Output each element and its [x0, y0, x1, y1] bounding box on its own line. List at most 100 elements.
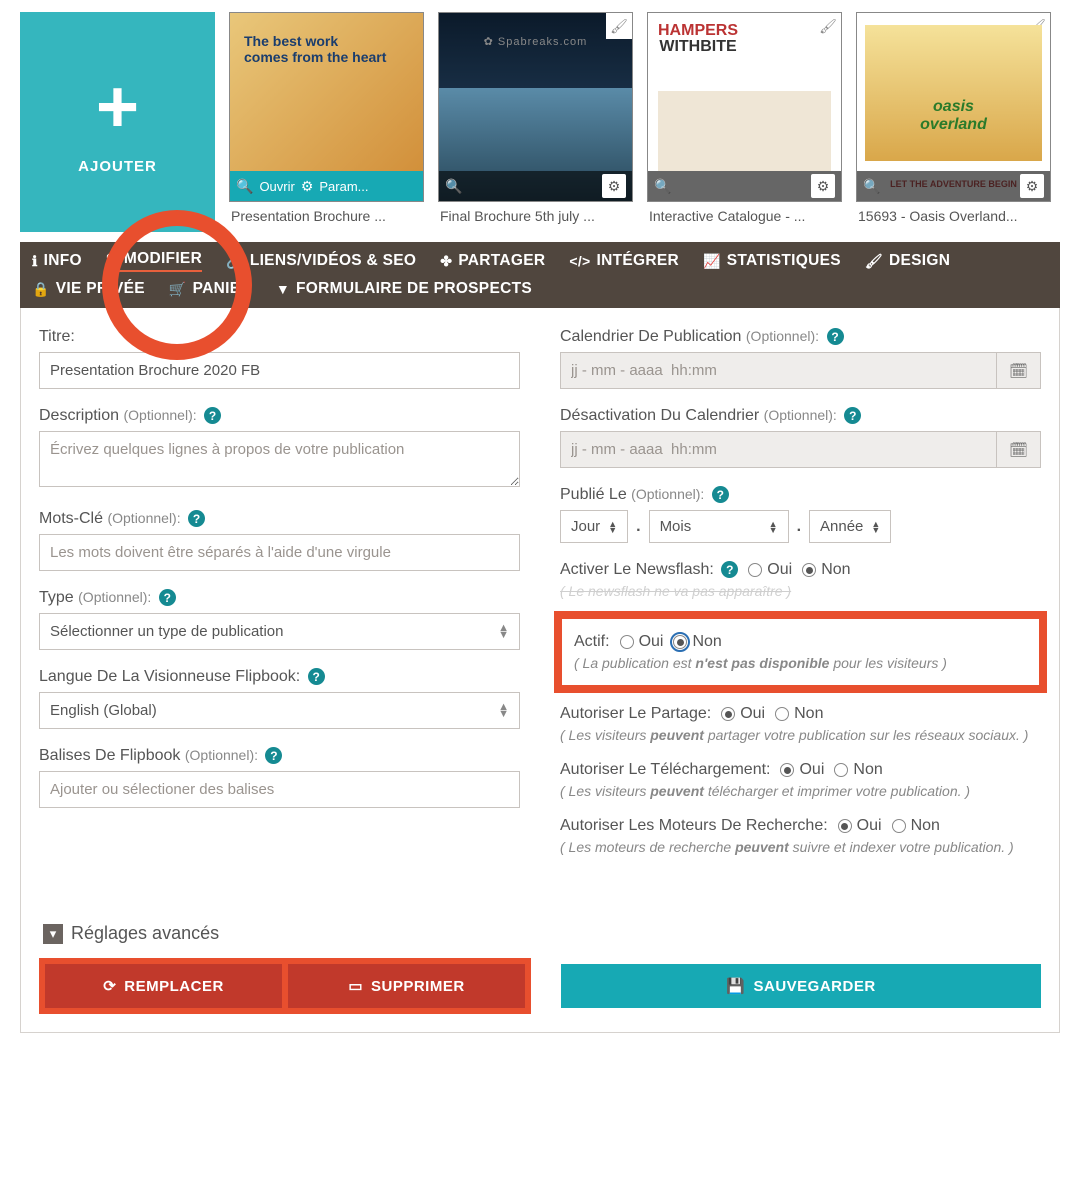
- moteurs-non-radio[interactable]: Non: [892, 817, 940, 835]
- langue-label: Langue De La Visionneuse Flipbook: ?: [39, 668, 520, 686]
- tab-panier[interactable]: 🛒PANIER: [169, 280, 252, 298]
- brush-icon: 🖌: [865, 253, 883, 270]
- moteurs-oui-radio[interactable]: Oui: [838, 817, 882, 835]
- thumb-interactive-catalogue[interactable]: 🖌 HAMPERSWITHBITE 🔍 ⚙ Interactive Catalo…: [647, 12, 842, 224]
- tabs-bar: ℹINFO ✎MODIFIER 🔗LIENS/VIDÉOS & SEO ✤PAR…: [20, 242, 1060, 308]
- type-select[interactable]: Sélectionner un type de publication▲▼: [39, 613, 520, 650]
- actif-highlight-box: Actif: Oui Non ( La publication est n'es…: [554, 611, 1047, 693]
- newsflash-non-radio[interactable]: Non: [802, 561, 850, 579]
- jour-select[interactable]: Jour▲▼: [560, 510, 628, 543]
- titre-label: Titre:: [39, 328, 520, 346]
- actif-oui-radio[interactable]: Oui: [620, 633, 664, 651]
- help-icon[interactable]: ?: [308, 668, 325, 685]
- gear-icon[interactable]: ⚙: [811, 174, 835, 198]
- refresh-icon: ⟳: [103, 977, 116, 995]
- chevron-updown-icon: ▲▼: [871, 521, 880, 533]
- partage-oui-radio[interactable]: Oui: [721, 705, 765, 723]
- balises-input[interactable]: [39, 771, 520, 808]
- help-icon[interactable]: ?: [204, 407, 221, 424]
- newsflash-label: Activer Le Newsflash: ?: [560, 561, 738, 579]
- chevron-updown-icon: ▲▼: [498, 625, 509, 639]
- thumb-oasis-overland[interactable]: 🖌 oasis overland LET THE ADVENTURE BEGIN…: [856, 12, 1051, 224]
- tab-formulaire-prospects[interactable]: ▼FORMULAIRE DE PROSPECTS: [276, 280, 532, 298]
- tab-info[interactable]: ℹINFO: [32, 250, 82, 272]
- tab-vie-privee[interactable]: 🔒VIE PRIVÉE: [32, 280, 145, 298]
- reglages-avances-toggle[interactable]: ▾ Réglages avancés: [43, 923, 1041, 944]
- search-icon[interactable]: 🔍: [236, 178, 253, 195]
- brush-icon: 🖌: [815, 13, 841, 39]
- search-icon[interactable]: 🔍: [863, 178, 880, 195]
- search-icon[interactable]: 🔍: [654, 178, 671, 195]
- desactivation-label: Désactivation Du Calendrier (Optionnel):…: [560, 407, 1041, 425]
- telechargement-oui-radio[interactable]: Oui: [780, 761, 824, 779]
- add-publication-tile[interactable]: + AJOUTER: [20, 12, 215, 232]
- type-label: Type (Optionnel): ?: [39, 589, 520, 607]
- right-column: Calendrier De Publication (Optionnel): ?…: [560, 328, 1041, 873]
- titre-input[interactable]: [39, 352, 520, 389]
- calendar-icon[interactable]: 🗓: [997, 352, 1041, 389]
- tab-partager[interactable]: ✤PARTAGER: [440, 250, 545, 272]
- tab-statistiques[interactable]: 📈STATISTIQUES: [703, 250, 841, 272]
- langue-select[interactable]: English (Global)▲▼: [39, 692, 520, 729]
- moteurs-hint: ( Les moteurs de recherche peuvent suivr…: [560, 839, 1041, 855]
- gear-icon[interactable]: ⚙: [1020, 174, 1044, 198]
- help-icon[interactable]: ?: [844, 407, 861, 424]
- help-icon[interactable]: ?: [721, 561, 738, 578]
- pencil-icon: ✎: [106, 251, 118, 268]
- thumb-cover: The best workcomes from the heart 🔍 Ouvr…: [229, 12, 424, 202]
- newsflash-hint: ( Le newsflash ne va pas apparaître ): [560, 583, 1041, 599]
- plus-icon: +: [96, 70, 139, 144]
- help-icon[interactable]: ?: [712, 486, 729, 503]
- help-icon[interactable]: ?: [188, 510, 205, 527]
- gear-icon[interactable]: ⚙: [301, 178, 314, 195]
- publie-label: Publié Le (Optionnel): ?: [560, 486, 1041, 504]
- motscle-input[interactable]: [39, 534, 520, 571]
- info-icon: ℹ: [32, 253, 38, 270]
- calendar-icon[interactable]: 🗓: [997, 431, 1041, 468]
- telechargement-hint: ( Les visiteurs peuvent télécharger et i…: [560, 783, 1041, 799]
- telechargement-non-radio[interactable]: Non: [834, 761, 882, 779]
- thumb-cover: 🖌 oasis overland LET THE ADVENTURE BEGIN…: [856, 12, 1051, 202]
- balises-label: Balises De Flipbook (Optionnel): ?: [39, 747, 520, 765]
- supprimer-button[interactable]: ▭SUPPRIMER: [288, 964, 525, 1008]
- help-icon[interactable]: ?: [159, 589, 176, 606]
- description-label: Description (Optionnel): ?: [39, 407, 520, 425]
- actif-hint: ( La publication est n'est pas disponibl…: [574, 655, 1027, 671]
- help-icon[interactable]: ?: [827, 328, 844, 345]
- help-icon[interactable]: ?: [265, 747, 282, 764]
- search-icon[interactable]: 🔍: [445, 178, 462, 195]
- newsflash-oui-radio[interactable]: Oui: [748, 561, 792, 579]
- tab-modifier[interactable]: ✎MODIFIER: [106, 250, 202, 272]
- actif-label: Actif:: [574, 633, 610, 651]
- desactivation-input[interactable]: [560, 431, 997, 468]
- tab-liens-videos-seo[interactable]: 🔗LIENS/VIDÉOS & SEO: [226, 250, 416, 272]
- description-input[interactable]: [39, 431, 520, 487]
- calendrier-input[interactable]: [560, 352, 997, 389]
- actif-non-radio[interactable]: Non: [673, 633, 721, 651]
- thumb-final-brochure[interactable]: 🖌 ✿ Spabreaks.com 🔍 ⚙ Final Brochure 5th…: [438, 12, 633, 224]
- thumb-presentation-brochure[interactable]: The best workcomes from the heart 🔍 Ouvr…: [229, 12, 424, 224]
- partage-non-radio[interactable]: Non: [775, 705, 823, 723]
- thumb-caption: 15693 - Oasis Overland...: [856, 202, 1051, 224]
- annee-select[interactable]: Année▲▼: [809, 510, 891, 543]
- left-column: Titre: Description (Optionnel): ? Mots-C…: [39, 328, 520, 873]
- save-icon: 💾: [726, 977, 745, 995]
- thumb-caption: Interactive Catalogue - ...: [647, 202, 842, 224]
- add-label: AJOUTER: [78, 158, 157, 175]
- gear-icon[interactable]: ⚙: [602, 174, 626, 198]
- calendrier-label: Calendrier De Publication (Optionnel): ?: [560, 328, 1041, 346]
- remplacer-button[interactable]: ⟳REMPLACER: [45, 964, 282, 1008]
- chevron-updown-icon: ▲▼: [498, 704, 509, 718]
- tab-design[interactable]: 🖌DESIGN: [865, 250, 950, 272]
- sauvegarder-button[interactable]: 💾SAUVEGARDER: [561, 964, 1041, 1008]
- link-icon: 🔗: [226, 253, 244, 270]
- mois-select[interactable]: Mois▲▼: [649, 510, 789, 543]
- thumb-cover: 🖌 HAMPERSWITHBITE 🔍 ⚙: [647, 12, 842, 202]
- chart-icon: 📈: [703, 253, 721, 270]
- lock-icon: 🔒: [32, 281, 50, 298]
- code-icon: </>: [569, 253, 590, 269]
- partage-label: Autoriser Le Partage:: [560, 705, 711, 723]
- filter-icon: ▼: [276, 281, 290, 297]
- tab-integrer[interactable]: </>INTÉGRER: [569, 250, 679, 272]
- thumb-caption: Final Brochure 5th july ...: [438, 202, 633, 224]
